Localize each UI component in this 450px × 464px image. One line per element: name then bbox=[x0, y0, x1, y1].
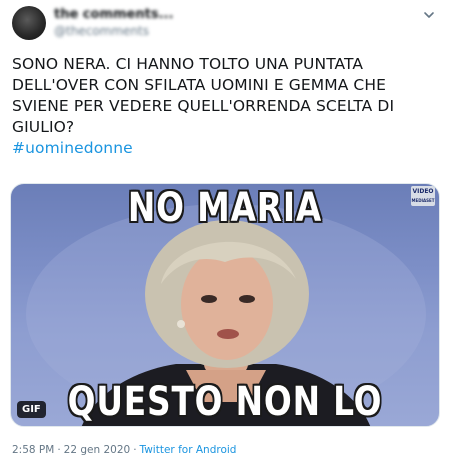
tweet-text: SONO NERA. CI HANNO TOLTO UNA PUNTATA DE… bbox=[12, 54, 438, 159]
gif-badge: GIF bbox=[17, 401, 46, 418]
author-display-name[interactable]: the comments... bbox=[54, 7, 173, 23]
author-handle[interactable]: @thecomments bbox=[54, 23, 173, 39]
channel-logo: VIDEO MEDIASET bbox=[411, 186, 435, 206]
gif-caption-bottom: QUESTO NON LO ACCETTO bbox=[67, 379, 383, 426]
tweet-header: the comments... @thecomments bbox=[10, 4, 440, 44]
meta-separator: · bbox=[57, 444, 61, 456]
tweet-source-link[interactable]: Twitter for Android bbox=[140, 444, 237, 456]
tweet-text-line: DELL'OVER CON SFILATA UOMINI E GEMMA CHE bbox=[12, 76, 386, 94]
avatar[interactable] bbox=[12, 6, 46, 40]
gif-media[interactable]: NO MARIA QUESTO NON LO ACCETTO VIDEO MED… bbox=[10, 183, 440, 427]
channel-logo-line2: MEDIASET bbox=[411, 198, 435, 203]
chevron-down-icon[interactable] bbox=[422, 8, 436, 22]
tweet-time[interactable]: 2:58 PM bbox=[12, 444, 54, 456]
gif-caption-top: NO MARIA bbox=[127, 185, 323, 231]
author-names[interactable]: the comments... @thecomments bbox=[54, 7, 173, 39]
tweet-metadata: 2:58 PM · 22 gen 2020 · Twitter for Android bbox=[12, 444, 236, 456]
channel-logo-line1: VIDEO bbox=[412, 188, 434, 195]
tweet-date[interactable]: 22 gen 2020 bbox=[64, 444, 131, 456]
hashtag-link[interactable]: #uominedonne bbox=[12, 138, 438, 159]
tweet-text-line: GIULIO? bbox=[12, 118, 75, 136]
meta-separator: · bbox=[133, 444, 137, 456]
tweet-text-line: SVIENE PER VEDERE QUELL'ORRENDA SCELTA D… bbox=[12, 97, 395, 115]
tweet-text-line: SONO NERA. CI HANNO TOLTO UNA PUNTATA bbox=[12, 55, 364, 73]
